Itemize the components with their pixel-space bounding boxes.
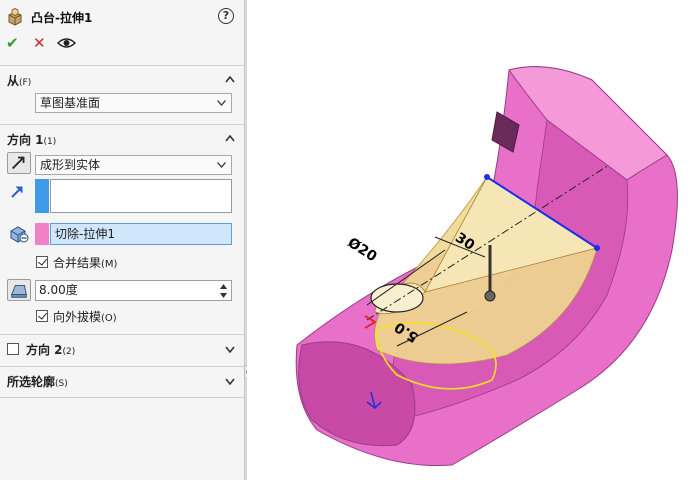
draft-angle-input[interactable]: 8.00度 — [35, 280, 232, 301]
help-icon[interactable]: ? — [218, 8, 234, 24]
end-condition-select[interactable]: 成形到实体 — [35, 155, 232, 175]
direction-vector-selection-box[interactable] — [50, 179, 232, 213]
edge-endpoint — [594, 245, 600, 251]
reverse-direction-button[interactable] — [7, 152, 31, 174]
sketch-circle — [370, 283, 424, 313]
ok-icon[interactable]: ✔ — [6, 34, 19, 52]
section-divider — [0, 397, 245, 398]
section-divider — [0, 65, 245, 66]
feature-title: 凸台-拉伸1 — [31, 11, 93, 25]
property-manager: 凸台-拉伸1 ? ✔ ✕ 从(F) 草图基准面 方向 1(1) 成形到实体 切除… — [0, 0, 245, 480]
solid-body-icon — [10, 226, 29, 243]
section-divider — [0, 334, 245, 335]
cancel-icon[interactable]: ✕ — [33, 34, 46, 52]
start-condition-value: 草图基准面 — [40, 96, 101, 110]
direction1-section-title[interactable]: 方向 1(1) — [7, 131, 56, 148]
selected-contours-section-title[interactable]: 所选轮廓(S) — [7, 373, 68, 390]
drag-arrow-head — [484, 290, 496, 302]
feature-header: 凸台-拉伸1 ? — [0, 0, 245, 32]
target-body-value: 切除-拉伸1 — [55, 227, 115, 241]
draft-outward-label: 向外拔模(O) — [53, 310, 117, 324]
direction-color-swatch — [35, 179, 49, 213]
action-row: ✔ ✕ — [0, 34, 245, 54]
merge-result-label: 合并结果(M) — [53, 256, 118, 270]
end-condition-value: 成形到实体 — [40, 158, 101, 172]
body-color-swatch — [35, 223, 49, 245]
dim-diameter[interactable]: Ø20 — [345, 235, 380, 266]
boss-extrude-icon — [8, 8, 22, 26]
chevron-down-icon — [217, 162, 226, 168]
model-view[interactable]: Ø20 30 5.0 — [247, 0, 695, 480]
direction-vector-icon — [11, 186, 23, 198]
reverse-direction-icon — [11, 156, 25, 170]
spin-up-icon[interactable] — [217, 282, 230, 291]
section-divider — [0, 124, 245, 125]
draft-toggle-button[interactable] — [7, 279, 31, 301]
draft-angle-value: 8.00度 — [39, 283, 78, 297]
edge-endpoint — [484, 174, 490, 180]
chevron-up-icon[interactable] — [225, 75, 235, 83]
section-divider — [0, 366, 245, 367]
chevron-down-icon[interactable] — [225, 377, 235, 385]
chevron-down-icon[interactable] — [225, 345, 235, 353]
direction2-section-title[interactable]: 方向 2(2) — [26, 341, 75, 358]
eye-icon[interactable] — [57, 37, 76, 49]
from-section-title[interactable]: 从(F) — [7, 72, 31, 89]
direction2-checkbox[interactable] — [7, 343, 19, 355]
spin-down-icon[interactable] — [217, 291, 230, 300]
start-condition-select[interactable]: 草图基准面 — [35, 93, 232, 113]
target-body-field[interactable]: 切除-拉伸1 — [50, 223, 232, 245]
merge-result-checkbox[interactable] — [36, 256, 48, 268]
chevron-down-icon — [217, 100, 226, 106]
draft-outward-checkbox[interactable] — [36, 310, 48, 322]
chevron-up-icon[interactable] — [225, 134, 235, 142]
graphics-viewport[interactable]: Ø20 30 5.0 — [247, 0, 695, 480]
draft-icon — [11, 285, 27, 298]
